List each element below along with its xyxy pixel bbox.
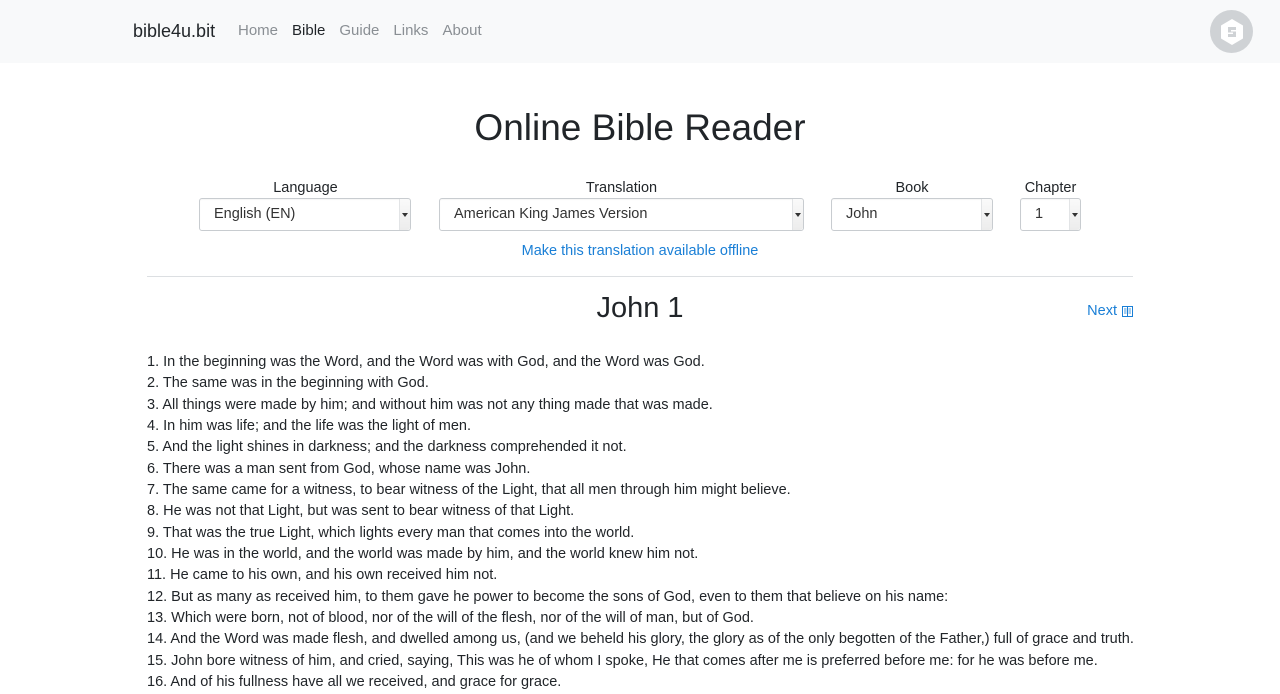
chevron-down-icon [792, 199, 803, 230]
verse-10: 10. He was in the world, and the world w… [147, 546, 699, 563]
language-label: Language [273, 180, 338, 196]
next-link-label: Next [1087, 303, 1117, 319]
translation-select-value: American King James Version [454, 206, 648, 222]
nav-guide[interactable]: Guide [339, 21, 379, 41]
book-icon [1122, 306, 1133, 317]
page-title: Online Bible Reader [474, 107, 806, 148]
translation-label: Translation [585, 180, 658, 196]
verse-1: 1. In the beginning was the Word, and th… [147, 354, 705, 370]
chapter-select[interactable]: 1 [1020, 198, 1081, 231]
verse-14: 14. And the Word was made flesh, and dwe… [147, 631, 1134, 648]
main-nav: Home Bible Guide Links About [238, 21, 496, 41]
nav-home[interactable]: Home [238, 21, 278, 41]
blockstack-logo-icon[interactable] [1210, 10, 1253, 53]
verse-13: 13. Which were born, not of blood, nor o… [147, 610, 754, 627]
chevron-down-icon [981, 199, 992, 230]
verse-12: 12. But as many as received him, to them… [147, 588, 949, 605]
chevron-down-icon [1069, 199, 1080, 230]
section-divider [147, 276, 1133, 277]
translation-select[interactable]: American King James Version [439, 198, 804, 231]
verse-15: 15. John bore witness of him, and cried,… [147, 652, 1098, 669]
nav-links[interactable]: Links [393, 21, 428, 41]
chapter-label: Chapter [1024, 180, 1077, 196]
verse-7: 7. The same came for a witness, to bear … [147, 482, 791, 499]
language-select-value: English (EN) [214, 206, 296, 222]
verse-2: 2. The same was in the beginning with Go… [147, 375, 429, 392]
verse-8: 8. He was not that Light, but was sent t… [147, 503, 575, 520]
verse-4: 4. In him was life; and the life was the… [147, 418, 471, 435]
verse-9: 9. That was the true Light, which lights… [147, 524, 635, 541]
hexagon-logo-glyph [1220, 18, 1243, 45]
brand-link[interactable]: bible4u.bit [133, 19, 215, 43]
nav-about[interactable]: About [442, 21, 481, 41]
chevron-down-icon [399, 199, 410, 230]
language-select[interactable]: English (EN) [199, 198, 411, 231]
next-chapter-link[interactable]: Next [1087, 303, 1133, 320]
verse-3: 3. All things were made by him; and with… [147, 396, 713, 413]
verse-11: 11. He came to his own, and his own rece… [147, 567, 498, 584]
book-label: Book [895, 180, 929, 196]
chapter-select-value: 1 [1035, 206, 1044, 222]
top-navbar: bible4u.bit Home Bible Guide Links About [0, 0, 1280, 63]
verse-5: 5. And the light shines in darkness; and… [147, 439, 627, 456]
verse-16: 16. And of his fullness have all we rece… [147, 674, 562, 691]
book-select-value: John [846, 206, 878, 222]
verse-list: 1. In the beginning was the Word, and th… [147, 352, 1147, 694]
make-offline-link[interactable]: Make this translation available offline [0, 243, 1280, 260]
verse-6: 6. There was a man sent from God, whose … [147, 460, 531, 477]
book-select[interactable]: John [831, 198, 993, 231]
nav-bible[interactable]: Bible [292, 21, 325, 41]
